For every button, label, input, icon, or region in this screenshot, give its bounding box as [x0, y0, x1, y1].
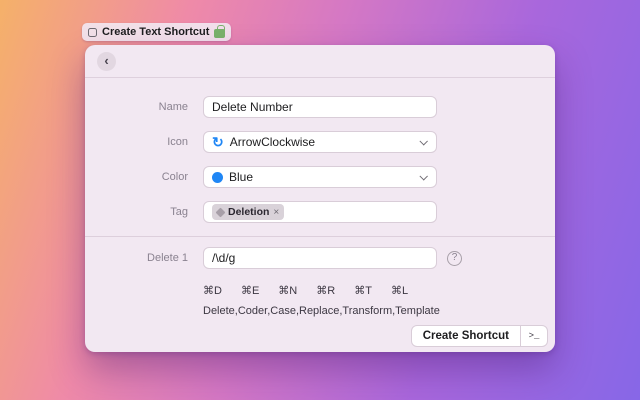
chevron-down-icon [419, 172, 427, 180]
shortcut-cmd-e: ⌘E [241, 284, 259, 297]
tag-chip-label: Deletion [228, 206, 269, 218]
help-button[interactable]: ? [447, 251, 462, 266]
icon-select[interactable]: ↻ ArrowClockwise [203, 131, 437, 153]
icon-label: Icon [85, 136, 203, 148]
back-button[interactable]: ‹ [97, 52, 116, 71]
color-row: Color Blue [85, 166, 555, 188]
shortcut-cmd-n: ⌘N [278, 284, 297, 297]
tag-field[interactable]: Deletion × [203, 201, 437, 223]
shortcut-cmd-d: ⌘D [203, 284, 222, 297]
arrow-clockwise-icon: ↻ [212, 135, 224, 149]
icon-select-value: ArrowClockwise [230, 135, 315, 149]
tag-row: Tag Deletion × [85, 201, 555, 223]
shortcut-cmd-r: ⌘R [316, 284, 335, 297]
create-shortcut-button[interactable]: Create Shortcut [412, 326, 520, 346]
color-label: Color [85, 171, 203, 183]
tag-icon [216, 207, 226, 217]
shortcut-cmd-l: ⌘L [391, 284, 408, 297]
name-field-wrap [203, 96, 437, 118]
section-divider [85, 236, 555, 237]
color-select[interactable]: Blue [203, 166, 437, 188]
name-row: Name [85, 96, 555, 118]
delete1-field-wrap [203, 247, 437, 269]
form: Name Icon ↻ ArrowClockwise Color Blue Ta… [85, 78, 555, 317]
keyboard-shortcuts: ⌘D ⌘E ⌘N ⌘R ⌘T ⌘L [203, 284, 555, 297]
app-window-icon [88, 28, 97, 37]
tag-label: Tag [85, 206, 203, 218]
window-tab[interactable]: Create Text Shortcut [82, 23, 231, 41]
delete1-row: Delete 1 ? [85, 247, 555, 269]
question-mark-icon: ? [452, 252, 458, 263]
chevron-left-icon: ‹ [104, 54, 108, 67]
remove-tag-icon[interactable]: × [273, 207, 279, 218]
delete1-label: Delete 1 [85, 252, 203, 264]
dialog-footer: Create Shortcut >_ [411, 325, 548, 347]
blue-color-dot-icon [212, 172, 223, 183]
name-label: Name [85, 101, 203, 113]
shortcut-cmd-t: ⌘T [354, 284, 372, 297]
create-shortcut-button-group: Create Shortcut >_ [411, 325, 548, 347]
delete1-input[interactable] [212, 251, 428, 265]
create-text-shortcut-dialog: ‹ Name Icon ↻ ArrowClockwise Color Blue [85, 45, 555, 352]
color-select-value: Blue [229, 170, 253, 184]
chevron-down-icon [419, 137, 427, 145]
icon-row: Icon ↻ ArrowClockwise [85, 131, 555, 153]
name-input[interactable] [212, 100, 428, 114]
terminal-prompt-icon[interactable]: >_ [520, 326, 547, 346]
keywords-text: Delete,Coder,Case,Replace,Transform,Temp… [203, 305, 555, 317]
tab-title: Create Text Shortcut [102, 26, 209, 38]
tag-chip[interactable]: Deletion × [212, 204, 284, 220]
lock-icon [214, 29, 225, 38]
dialog-header: ‹ [85, 45, 555, 78]
